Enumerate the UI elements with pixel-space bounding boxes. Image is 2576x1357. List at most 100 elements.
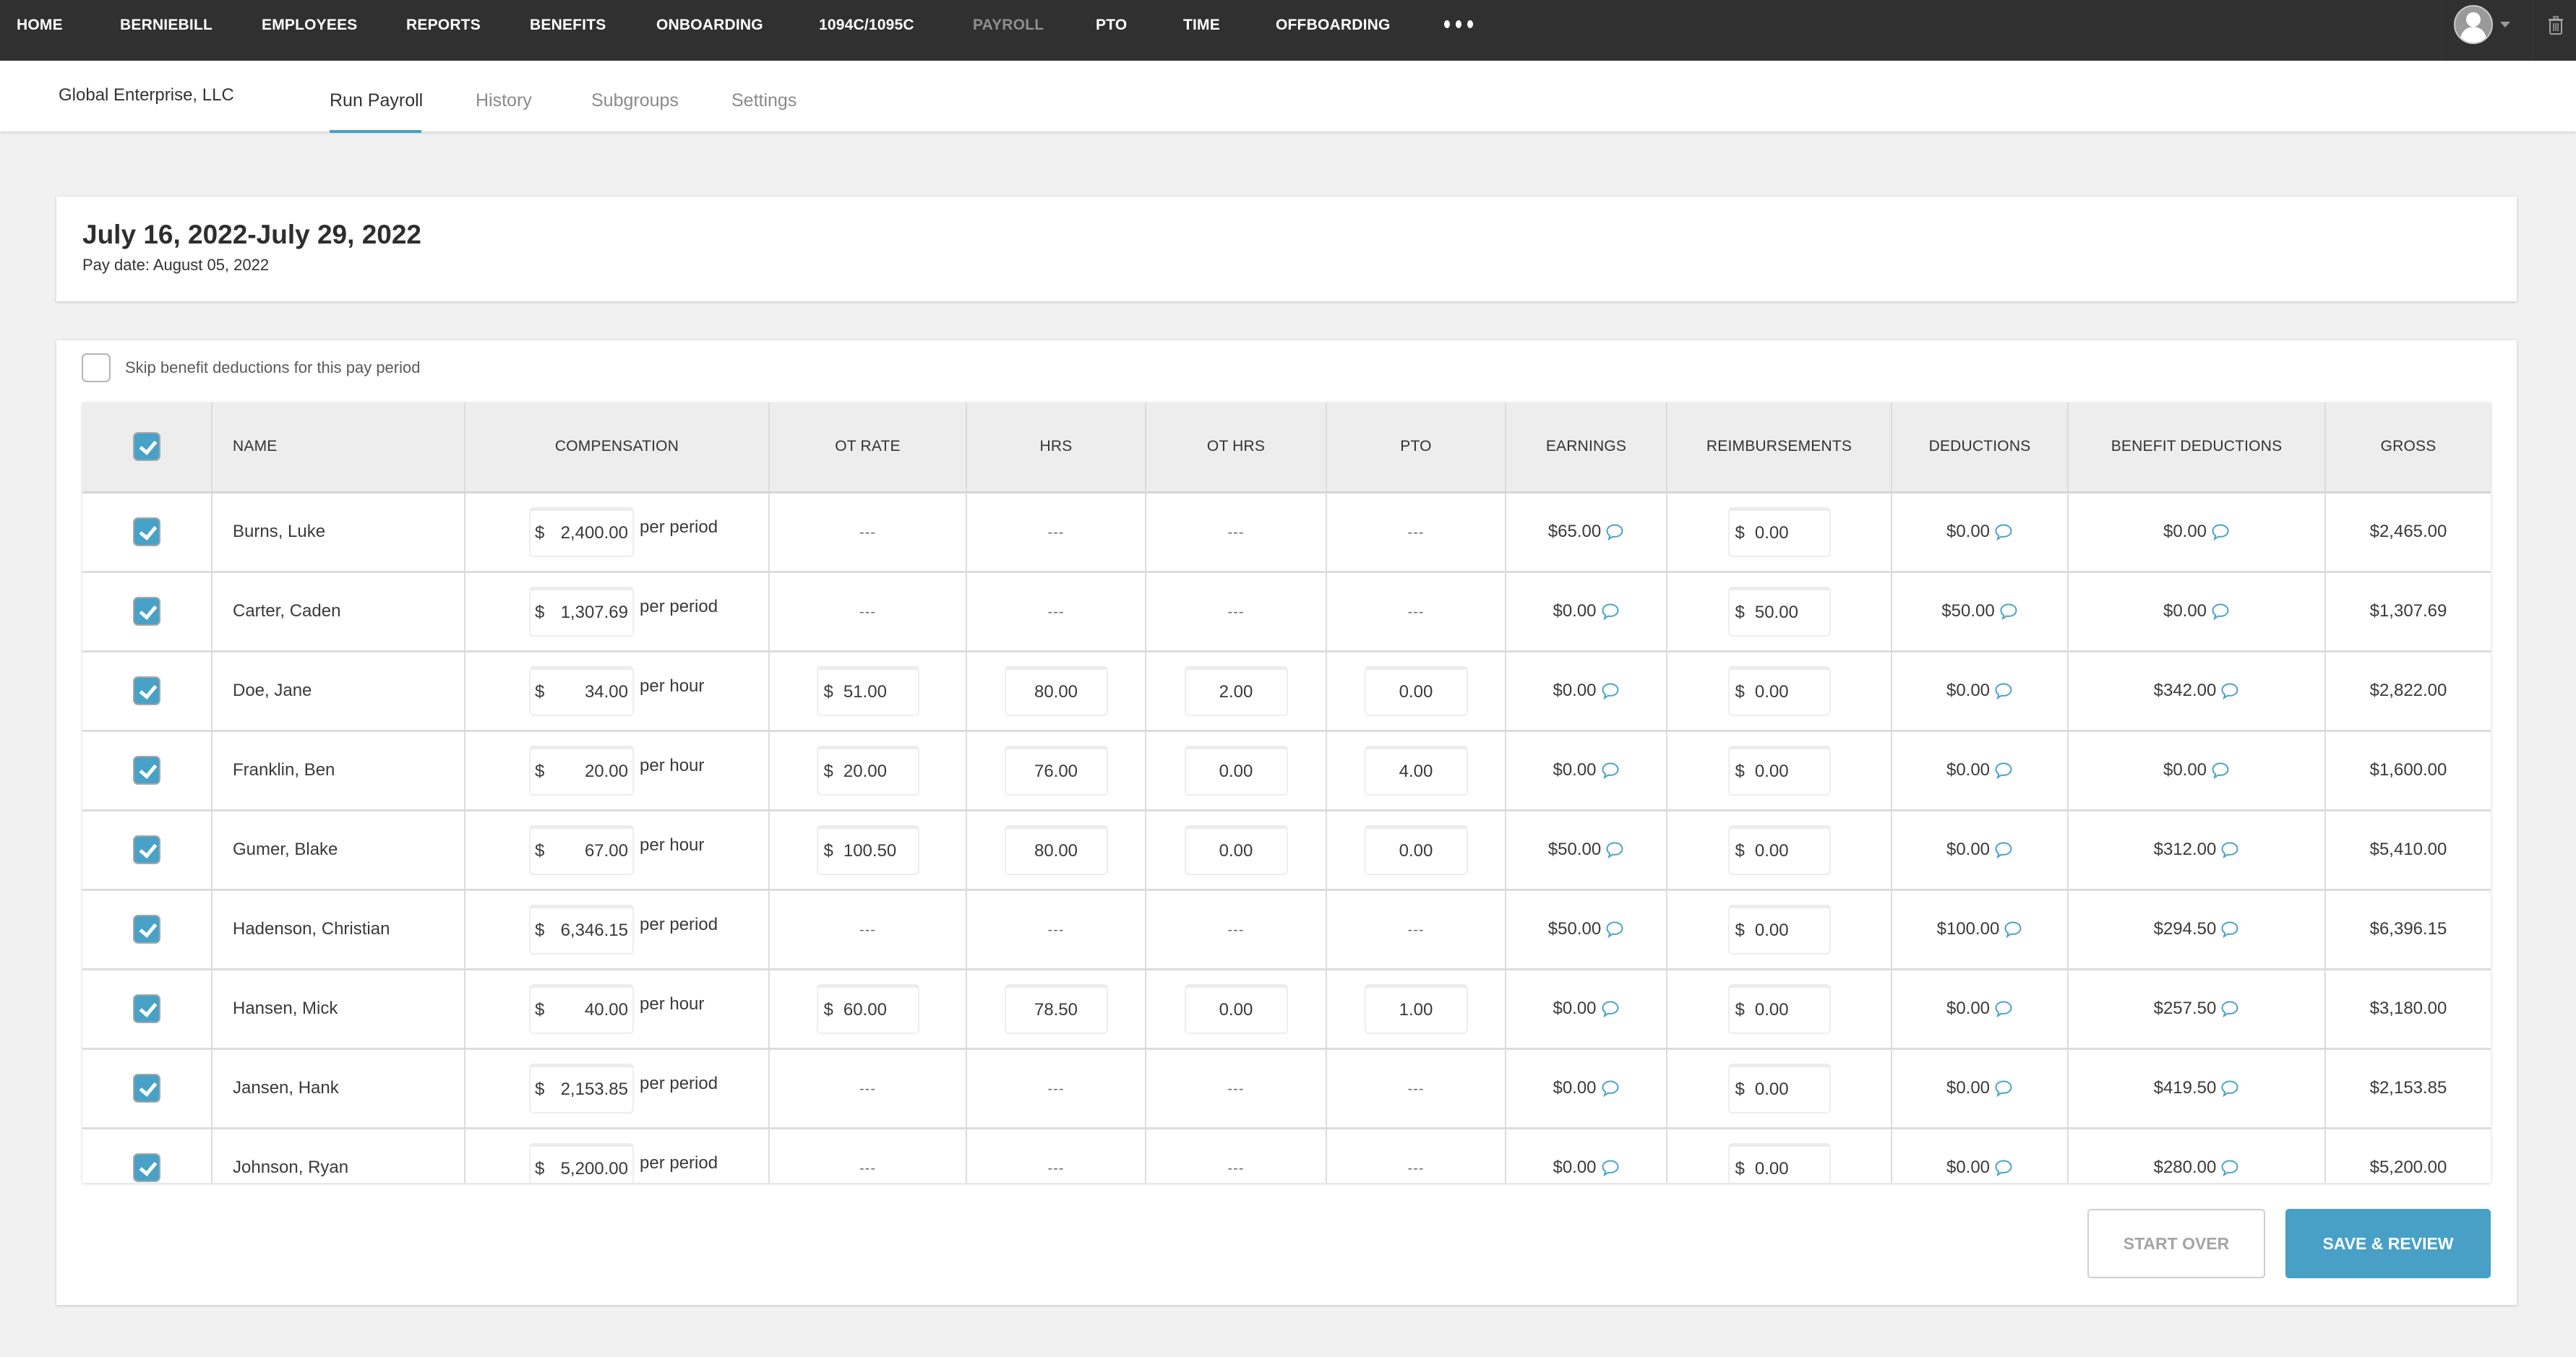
comment-bubble-icon[interactable]	[2220, 841, 2239, 859]
comment-bubble-icon[interactable]	[1601, 603, 1620, 621]
amount-text: $0.00	[1946, 522, 1991, 541]
ot-hrs-input[interactable]: 0.00	[1184, 824, 1288, 875]
row-checkbox[interactable]	[133, 1074, 160, 1103]
comment-bubble-icon[interactable]	[1994, 1000, 2013, 1018]
nav-item-home[interactable]: HOME	[17, 17, 63, 34]
ot-hrs-input[interactable]: 0.00	[1184, 983, 1288, 1034]
reimbursements-input[interactable]: $0.00	[1727, 507, 1831, 557]
comment-bubble-icon[interactable]	[2220, 921, 2239, 939]
column-header-name[interactable]: NAME	[211, 402, 465, 494]
pto-input[interactable]: 0.00	[1364, 665, 1468, 716]
reimbursements-input[interactable]: $0.00	[1727, 904, 1831, 955]
compensation-input[interactable]: $40.00	[529, 983, 634, 1034]
avatar-icon[interactable]	[2454, 5, 2493, 44]
tab-history[interactable]: History	[476, 90, 532, 111]
ot-rate-input[interactable]: $20.00	[816, 745, 919, 796]
comment-bubble-icon[interactable]	[2211, 523, 2230, 541]
comment-bubble-icon[interactable]	[2220, 682, 2239, 700]
compensation-input[interactable]: $1,307.69	[529, 586, 634, 637]
reimbursements-input[interactable]: $0.00	[1727, 1063, 1831, 1113]
nav-item-benefits[interactable]: BENEFITS	[530, 17, 606, 34]
reimbursements-input[interactable]: $50.00	[1727, 586, 1831, 637]
nav-item-onboarding[interactable]: ONBOARDING	[656, 17, 763, 34]
reimbursements-input[interactable]: $0.00	[1727, 983, 1831, 1034]
comment-bubble-icon[interactable]	[2211, 762, 2230, 780]
nav-item-employees[interactable]: EMPLOYEES	[262, 17, 358, 34]
comment-bubble-icon[interactable]	[1999, 603, 2018, 621]
nav-item-payroll[interactable]: PAYROLL	[973, 17, 1044, 34]
reimbursements-input[interactable]: $0.00	[1727, 665, 1831, 716]
reimbursements-input[interactable]: $0.00	[1727, 1142, 1831, 1183]
benefit-deductions-amount: $257.50	[2154, 999, 2240, 1019]
reimbursements-input[interactable]: $0.00	[1727, 824, 1831, 875]
tab-run-payroll[interactable]: Run Payroll	[330, 90, 423, 111]
row-checkbox[interactable]	[133, 835, 160, 864]
pto-input[interactable]: 1.00	[1364, 983, 1468, 1034]
tab-subgroups[interactable]: Subgroups	[591, 90, 679, 111]
comment-bubble-icon[interactable]	[2220, 1080, 2239, 1098]
ot-rate-input[interactable]: $60.00	[816, 983, 919, 1034]
table-row: Gumer, Blake $67.00 per hour $100.50 80.…	[82, 810, 2491, 891]
ot-rate-input[interactable]: $100.50	[816, 824, 919, 875]
comment-bubble-icon[interactable]	[2004, 921, 2022, 939]
nav-item-offboarding[interactable]: OFFBOARDING	[1276, 17, 1391, 34]
comment-bubble-icon[interactable]	[1601, 682, 1620, 700]
compensation-input[interactable]: $34.00	[529, 665, 634, 716]
reimbursements-input[interactable]: $0.00	[1727, 745, 1831, 796]
ellipsis-icon[interactable]	[1444, 20, 1473, 28]
nav-item-time[interactable]: TIME	[1183, 17, 1220, 34]
nav-item-berniebill[interactable]: BERNIEBILL	[120, 17, 212, 34]
user-menu[interactable]	[2442, 0, 2533, 61]
comment-bubble-icon[interactable]	[1994, 682, 2013, 700]
ot-hrs-input[interactable]: 0.00	[1184, 745, 1288, 796]
hrs-input[interactable]: 80.00	[1004, 665, 1108, 716]
comment-bubble-icon[interactable]	[1605, 841, 1624, 859]
row-checkbox[interactable]	[133, 517, 160, 546]
row-checkbox[interactable]	[133, 756, 160, 785]
comment-bubble-icon[interactable]	[1605, 523, 1624, 541]
hrs-input[interactable]: 76.00	[1004, 745, 1108, 796]
row-checkbox[interactable]	[133, 597, 160, 626]
deductions-amount: $0.00	[1946, 522, 2013, 542]
comment-bubble-icon[interactable]	[1994, 762, 2013, 780]
chevron-down-icon[interactable]	[2500, 22, 2510, 27]
hrs-input[interactable]: 78.50	[1004, 983, 1108, 1034]
comment-bubble-icon[interactable]	[1601, 1000, 1620, 1018]
nav-item-reports[interactable]: REPORTS	[406, 17, 481, 34]
save-review-button[interactable]: SAVE & REVIEW	[2285, 1209, 2491, 1278]
ot-rate-input[interactable]: $51.00	[816, 665, 919, 716]
trash-icon[interactable]	[2548, 16, 2564, 35]
row-checkbox[interactable]	[133, 676, 160, 705]
compensation-input[interactable]: $67.00	[529, 824, 634, 875]
payroll-table-scroll[interactable]: NAME COMPENSATION OT RATE HRS OT HRS PTO…	[82, 402, 2491, 1183]
compensation-input[interactable]: $2,400.00	[529, 507, 634, 557]
nav-item-pto[interactable]: PTO	[1096, 17, 1127, 34]
row-checkbox[interactable]	[133, 915, 160, 944]
tab-settings[interactable]: Settings	[731, 90, 797, 111]
comment-bubble-icon[interactable]	[1601, 762, 1620, 780]
start-over-button[interactable]: START OVER	[2087, 1209, 2265, 1278]
compensation-input[interactable]: $5,200.00	[529, 1142, 634, 1183]
row-checkbox[interactable]	[133, 1153, 160, 1182]
pto-input[interactable]: 0.00	[1364, 824, 1468, 875]
ot-hrs-input[interactable]: 2.00	[1184, 665, 1288, 716]
comment-bubble-icon[interactable]	[1605, 921, 1624, 939]
comment-bubble-icon[interactable]	[2220, 1000, 2239, 1018]
comment-bubble-icon[interactable]	[1994, 1080, 2013, 1098]
compensation-input[interactable]: $2,153.85	[529, 1063, 634, 1113]
comment-bubble-icon[interactable]	[2211, 603, 2230, 621]
comment-bubble-icon[interactable]	[1994, 523, 2013, 541]
comment-bubble-icon[interactable]	[1601, 1080, 1620, 1098]
hrs-input[interactable]: 80.00	[1004, 824, 1108, 875]
select-all-checkbox[interactable]	[133, 432, 160, 462]
nav-item-1094c-1095c[interactable]: 1094C/1095C	[819, 17, 914, 34]
compensation-input[interactable]: $6,346.15	[529, 904, 634, 955]
comment-bubble-icon[interactable]	[1994, 841, 2013, 859]
comment-bubble-icon[interactable]	[1601, 1159, 1620, 1177]
comment-bubble-icon[interactable]	[1994, 1159, 2013, 1177]
skip-benefits-checkbox[interactable]	[82, 353, 111, 382]
row-checkbox[interactable]	[133, 994, 160, 1023]
compensation-input[interactable]: $20.00	[529, 745, 634, 796]
pto-input[interactable]: 4.00	[1364, 745, 1468, 796]
comment-bubble-icon[interactable]	[2220, 1159, 2239, 1177]
